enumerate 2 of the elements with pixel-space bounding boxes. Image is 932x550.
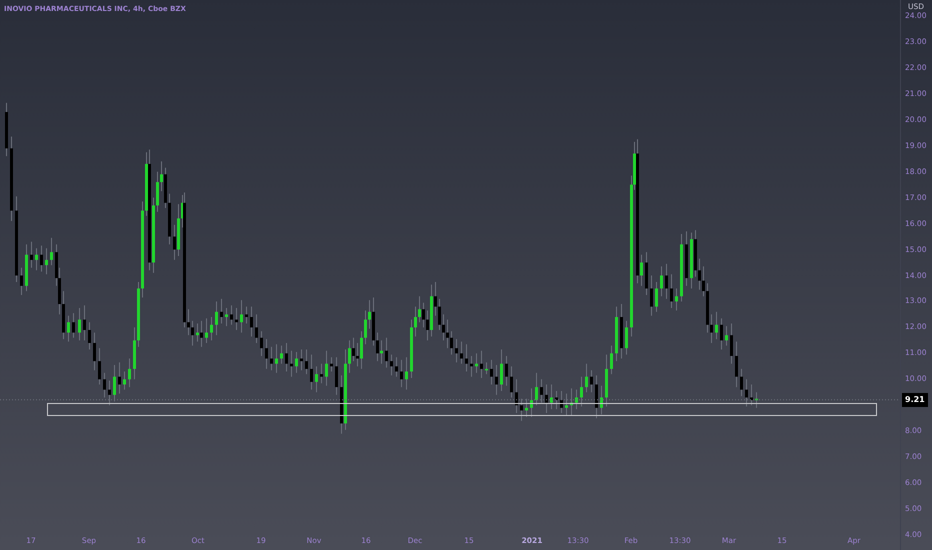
support-zone-rectangle[interactable] bbox=[47, 403, 877, 416]
last-price-tag: 9.21 bbox=[902, 392, 928, 407]
